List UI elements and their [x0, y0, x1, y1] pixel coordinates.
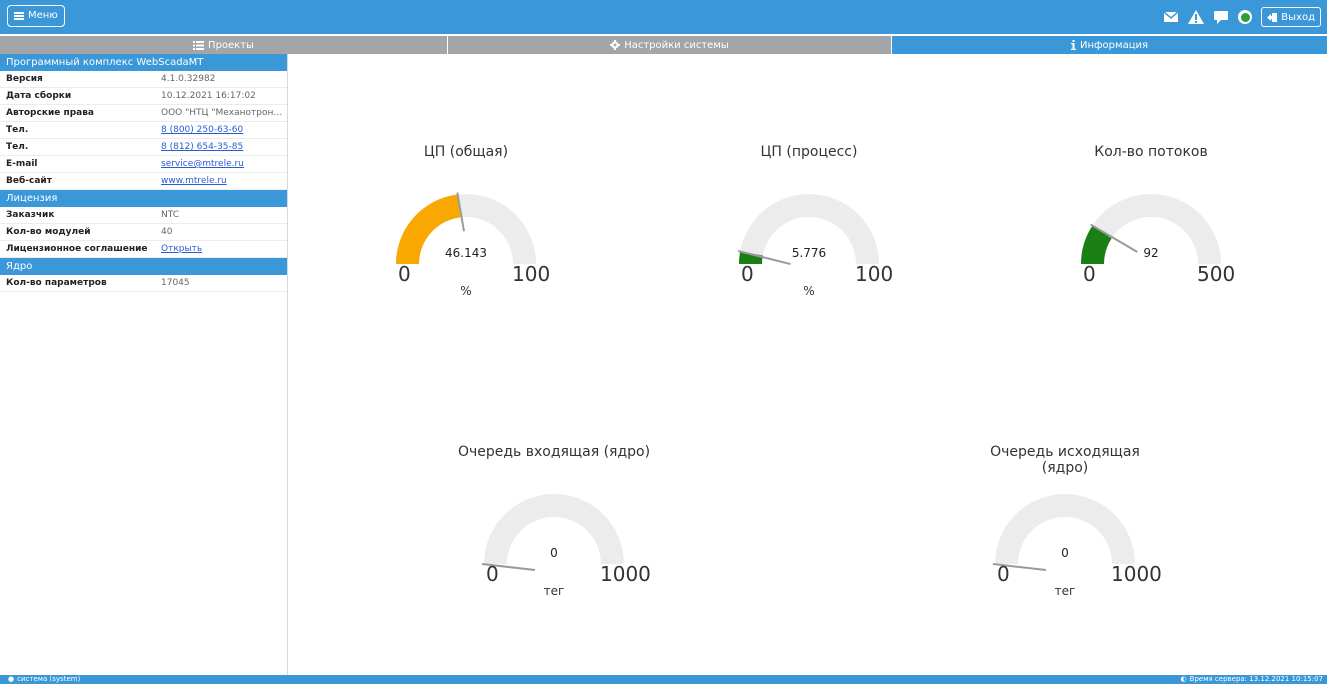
info-value: 17045 — [161, 278, 190, 288]
tab-information[interactable]: Информация — [892, 36, 1327, 54]
info-value: 10.12.2021 16:17:02 — [161, 91, 256, 101]
phone-link[interactable]: 8 (812) 654-35-85 — [155, 139, 287, 155]
info-key: Лицензионное соглашение — [6, 244, 148, 254]
info-row: Веб-сайт www.mtrele.ru — [0, 173, 287, 190]
info-key: Тел. — [6, 142, 29, 152]
gauge-min: 0 — [741, 262, 754, 286]
info-key: Заказчик — [6, 210, 55, 220]
info-key: Дата сборки — [6, 91, 72, 101]
gauge-max: 100 — [512, 262, 551, 286]
envelope-icon[interactable] — [1163, 9, 1179, 25]
info-row: Дата сборки 10.12.2021 16:17:02 — [0, 88, 287, 105]
info-key: Версия — [6, 74, 43, 84]
logout-label: Выход — [1281, 11, 1315, 23]
logout-icon — [1267, 12, 1278, 22]
website-link[interactable]: www.mtrele.ru — [155, 173, 287, 189]
info-row: Кол-во модулей 40 — [0, 224, 287, 241]
info-row: Кол-во параметров 17045 — [0, 275, 287, 292]
phone-link[interactable]: 8 (800) 250-63-60 — [155, 122, 287, 138]
gauge-unit: тег — [543, 584, 565, 598]
comment-icon[interactable] — [1213, 9, 1229, 25]
info-key: Кол-во модулей — [6, 227, 91, 237]
tab-label: Проекты — [208, 39, 254, 51]
section-header-product: Программный комплекс WebScadaMT — [0, 54, 287, 71]
gauge-min: 0 — [486, 562, 499, 586]
gauge-unit: % — [803, 284, 815, 298]
gauge-value: 92 — [1143, 246, 1159, 260]
info-value: 40 — [161, 227, 173, 237]
gauge-max: 100 — [855, 262, 894, 286]
gauge-cpu-total: ЦП (общая) 46.143 0 100% — [366, 144, 566, 304]
info-row: Тел. 8 (812) 654-35-85 — [0, 139, 287, 156]
gauge-min: 0 — [398, 262, 411, 286]
gauge-min: 0 — [997, 562, 1010, 586]
section-header-core: Ядро — [0, 258, 287, 275]
gauge-thread-count: Кол-во потоков 92 0 500 — [1051, 144, 1251, 304]
menu-label: Меню — [28, 10, 58, 21]
menu-button[interactable]: Меню — [7, 5, 65, 27]
gauge-max: 1000 — [600, 562, 651, 586]
gear-icon — [610, 40, 621, 50]
info-key: E-mail — [6, 159, 38, 169]
main-tabs: Проекты Настройки системы Информация — [0, 36, 1327, 54]
gauge-cpu-process: ЦП (процесс) 5.776 0 100% — [709, 144, 909, 304]
warning-icon[interactable] — [1188, 9, 1205, 25]
gauge-outgoing-queue: Очередь исходящая (ядро) 0 0 1000 тег — [965, 444, 1165, 604]
info-row: Заказчик NTC — [0, 207, 287, 224]
info-value: NTC — [161, 210, 179, 220]
info-row: Тел. 8 (800) 250-63-60 — [0, 122, 287, 139]
info-key: Авторские права — [6, 108, 94, 118]
gauge-value: 46.143 — [445, 246, 487, 260]
gauge-incoming-queue: Очередь входящая (ядро) 0 0 1000 тег — [454, 444, 654, 604]
info-value: ООО "НТЦ "Механотроник... — [161, 108, 287, 118]
tab-projects[interactable]: Проекты — [0, 36, 448, 54]
top-icons: Выход — [1163, 6, 1321, 28]
hamburger-icon — [14, 12, 24, 20]
status-bar: ● система (system) ◐ Время сервера: 13.1… — [0, 675, 1327, 684]
user-icon: ● — [8, 675, 15, 683]
info-icon — [1070, 40, 1076, 50]
gauges-area: ЦП (общая) 46.143 0 100% ЦП (процесс) 5.776 0… — [289, 54, 1327, 675]
info-panel: Программный комплекс WebScadaMT Версия 4.… — [0, 54, 288, 675]
info-row: Лицензионное соглашение Открыть — [0, 241, 287, 258]
gauge-value: 5.776 — [791, 246, 827, 260]
info-row: Авторские права ООО "НТЦ "Механотроник... — [0, 105, 287, 122]
gauge-value: 0 — [550, 546, 558, 560]
info-row: Версия 4.1.0.32982 — [0, 71, 287, 88]
user-label: система (system) — [17, 675, 81, 683]
info-row: E-mail service@mtrele.ru — [0, 156, 287, 173]
gauge-min: 0 — [1083, 262, 1096, 286]
gauge-unit: % — [460, 284, 472, 298]
server-time-label: Время сервера: 13.12.2021 10:15:07 — [1189, 675, 1323, 683]
list-icon — [193, 40, 205, 50]
current-user[interactable]: ● система (system) — [8, 675, 80, 684]
clock-icon: ◐ — [1180, 675, 1187, 683]
gauge-unit: тег — [1054, 584, 1076, 598]
info-key: Веб-сайт — [6, 176, 52, 186]
info-key: Тел. — [6, 125, 29, 135]
tab-label: Информация — [1079, 39, 1149, 51]
email-link[interactable]: service@mtrele.ru — [155, 156, 287, 172]
server-time: ◐ Время сервера: 13.12.2021 10:15:07 — [1181, 675, 1323, 684]
license-agreement-link[interactable]: Открыть — [155, 241, 287, 257]
tab-system-settings[interactable]: Настройки системы — [448, 36, 892, 54]
top-bar: Меню Выход — [0, 0, 1327, 34]
gauge-max: 1000 — [1111, 562, 1162, 586]
gauge-value: 0 — [1061, 546, 1069, 560]
tab-label: Настройки системы — [624, 39, 729, 51]
gauge-max: 500 — [1197, 262, 1236, 286]
logout-button[interactable]: Выход — [1261, 7, 1321, 27]
info-key: Кол-во параметров — [6, 278, 107, 288]
section-header-license: Лицензия — [0, 190, 287, 207]
status-indicator-icon[interactable] — [1238, 10, 1253, 24]
info-value: 4.1.0.32982 — [161, 74, 216, 84]
